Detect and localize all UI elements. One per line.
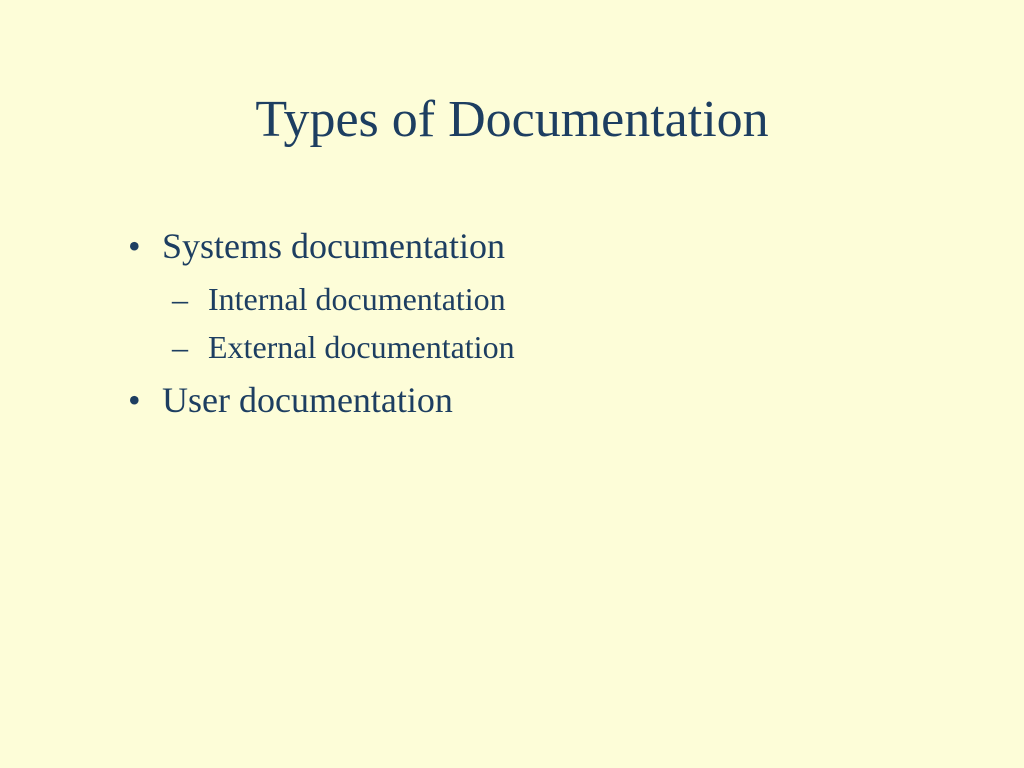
list-item: Systems documentation bbox=[120, 219, 904, 273]
list-item: External documentation bbox=[120, 323, 904, 371]
sub-list: Internal documentation External document… bbox=[120, 275, 904, 371]
slide-container: Types of Documentation Systems documenta… bbox=[0, 0, 1024, 768]
bullet-list: Systems documentation Internal documenta… bbox=[120, 219, 904, 427]
sub-bullet-text: Internal documentation bbox=[208, 281, 506, 317]
list-item: Internal documentation bbox=[120, 275, 904, 323]
bullet-text: Systems documentation bbox=[162, 226, 505, 266]
sub-bullet-text: External documentation bbox=[208, 329, 515, 365]
bullet-text: User documentation bbox=[162, 380, 453, 420]
slide-title: Types of Documentation bbox=[120, 90, 904, 149]
list-item: User documentation bbox=[120, 373, 904, 427]
